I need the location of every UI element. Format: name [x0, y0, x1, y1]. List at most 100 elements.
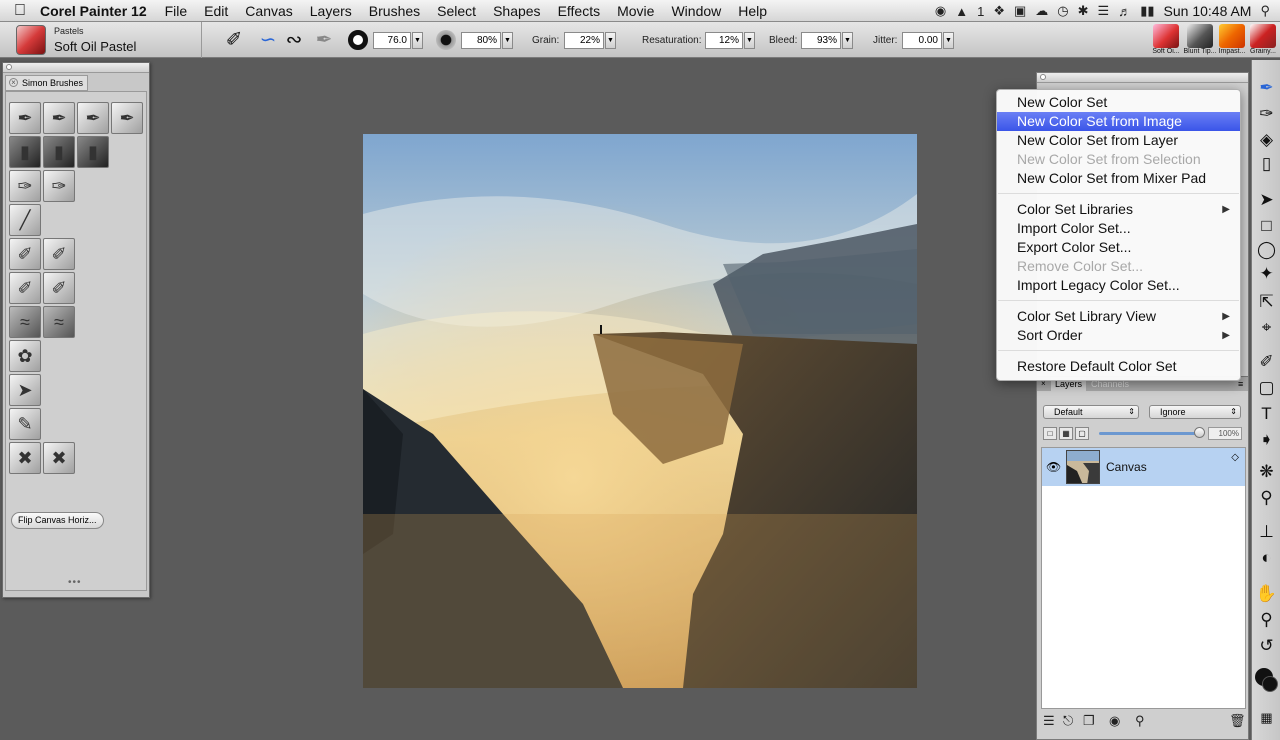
menu-effects[interactable]: Effects — [558, 3, 601, 19]
layer-adjuster-tool-icon[interactable]: ➤ — [1254, 188, 1279, 212]
opacity-slider[interactable] — [1099, 432, 1199, 435]
selection-adjuster-tool-icon[interactable]: ⇱ — [1254, 290, 1279, 314]
preserve-mode-select[interactable]: Ignore ⇕ — [1149, 405, 1241, 419]
bleed-field[interactable]: 93% — [801, 32, 841, 49]
brush-preset-button[interactable]: ✿ — [9, 340, 41, 372]
rectangular-selection-tool-icon[interactable]: □ — [1254, 214, 1279, 238]
grain-dropdown-icon[interactable]: ▼ — [605, 32, 616, 49]
rectangle-shape-tool-icon[interactable]: ▢ — [1254, 376, 1279, 400]
brush-preset-button[interactable]: ✒ — [43, 102, 75, 134]
tab-simon-brushes[interactable]: × Simon Brushes — [5, 75, 89, 91]
grabber-tool-icon[interactable]: ✋ — [1254, 582, 1279, 606]
lock-layer-icon[interactable]: ⚲ — [1135, 713, 1145, 729]
delete-layer-icon[interactable]: 🗑 — [1229, 713, 1246, 729]
menu-layers[interactable]: Layers — [310, 3, 352, 19]
brush-preset-button[interactable]: ➤ — [9, 374, 41, 406]
wifi-icon[interactable]: ☰ — [1098, 3, 1110, 19]
battery-icon[interactable]: ▮▮ — [1140, 3, 1154, 19]
pick-up-color-icon[interactable]: ▦ — [1059, 427, 1073, 440]
flip-canvas-horizontal-button[interactable]: Flip Canvas Horiz... — [11, 512, 104, 529]
evernote-icon[interactable]: ◉ — [935, 3, 946, 19]
brush-preset-button[interactable]: ▮ — [9, 136, 41, 168]
brush-preset-button[interactable]: ≈ — [43, 306, 75, 338]
box-icon[interactable]: ▣ — [1014, 3, 1026, 19]
opacity-dropdown-icon[interactable]: ▼ — [502, 32, 513, 49]
color-panel-titlebar[interactable] — [1037, 73, 1248, 83]
menu-item-new-color-set-from-mixer-pad[interactable]: New Color Set from Mixer Pad — [997, 169, 1240, 188]
dropbox-icon[interactable]: ❖ — [993, 3, 1005, 19]
dropper-tool-icon[interactable]: ✑ — [1254, 102, 1279, 126]
dynamic-plugins-icon[interactable]: ⎋ — [1063, 713, 1073, 729]
jitter-field[interactable]: 0.00 — [902, 32, 942, 49]
menu-item-color-set-library-view[interactable]: Color Set Library View ▶ — [997, 307, 1240, 326]
palette-close-icon[interactable] — [6, 64, 12, 70]
brush-preset-button[interactable]: ▮ — [43, 136, 75, 168]
paint-bucket-tool-icon[interactable]: ◈ — [1254, 128, 1279, 152]
menu-item-new-color-set-from-layer[interactable]: New Color Set from Layer — [997, 131, 1240, 150]
menu-item-import-legacy-color-set[interactable]: Import Legacy Color Set... — [997, 276, 1240, 295]
brush-preset-button[interactable]: ╱ — [9, 204, 41, 236]
grain-field[interactable]: 22% — [564, 32, 604, 49]
menu-item-new-color-set-from-selection[interactable]: New Color Set from Selection — [997, 150, 1240, 169]
crop-tool-icon[interactable]: ⌖ — [1254, 316, 1279, 340]
close-tab-icon[interactable]: × — [9, 78, 18, 87]
spotlight-search-icon[interactable]: ⚲ — [1260, 3, 1270, 19]
opacity-slider-knob[interactable] — [1194, 427, 1205, 438]
brush-preset-button[interactable]: ▮ — [77, 136, 109, 168]
apple-menu-icon[interactable]:  — [0, 2, 40, 20]
opacity-field[interactable]: 80% — [461, 32, 501, 49]
create-layer-mask-icon[interactable]: ◉ — [1109, 713, 1120, 729]
menu-help[interactable]: Help — [738, 3, 767, 19]
menu-item-remove-color-set[interactable]: Remove Color Set... — [997, 257, 1240, 276]
composite-method-select[interactable]: Default ⇕ — [1043, 405, 1139, 419]
magic-wand-tool-icon[interactable]: ✦ — [1254, 262, 1279, 286]
layer-commands-icon[interactable]: ☰ — [1043, 713, 1055, 729]
app-menu[interactable]: Corel Painter 12 — [40, 3, 147, 19]
status-count[interactable]: 1 — [977, 4, 984, 19]
size-dropdown-icon[interactable]: ▼ — [412, 32, 423, 49]
reset-brush-icon[interactable]: ✐ — [222, 28, 246, 52]
paper-selector-icon[interactable]: ▦ — [1254, 706, 1279, 730]
brush-selector[interactable]: Pastels Soft Oil Pastel — [12, 22, 202, 58]
cloud-icon[interactable]: ☁ — [1035, 3, 1048, 19]
brush-ghost-icon[interactable]: ✒ — [312, 28, 336, 52]
menu-item-new-color-set-from-image[interactable]: New Color Set from Image — [997, 112, 1240, 131]
eraser-tool-icon[interactable]: ▯ — [1254, 152, 1279, 176]
preserve-icon[interactable]: ▢ — [1075, 427, 1089, 440]
brush-preset-button[interactable]: ✖ — [9, 442, 41, 474]
menu-item-export-color-set[interactable]: Export Color Set... — [997, 238, 1240, 257]
menu-item-import-color-set[interactable]: Import Color Set... — [997, 219, 1240, 238]
brush-preset-button[interactable]: ✒ — [9, 102, 41, 134]
recent-brush-3[interactable]: Impast... — [1214, 22, 1250, 58]
color-panel-close-icon[interactable] — [1040, 74, 1046, 80]
palette-titlebar[interactable] — [3, 63, 149, 73]
bleed-dropdown-icon[interactable]: ▼ — [842, 32, 853, 49]
jitter-dropdown-icon[interactable]: ▼ — [943, 32, 954, 49]
brush-tool-icon[interactable]: ✒ — [1254, 76, 1279, 100]
resaturation-field[interactable]: 12% — [705, 32, 743, 49]
size-field[interactable]: 76.0 — [373, 32, 411, 49]
oval-selection-tool-icon[interactable]: ◯ — [1254, 238, 1279, 262]
palette-resize-grip-icon[interactable]: ••• — [68, 577, 82, 588]
brush-preset-button[interactable]: ✎ — [9, 408, 41, 440]
perspective-guides-tool-icon[interactable]: ⊥ — [1254, 520, 1279, 544]
menu-shapes[interactable]: Shapes — [493, 3, 540, 19]
layer-opacity-field[interactable]: 100% — [1208, 427, 1242, 440]
clock[interactable]: Sun 10:48 AM — [1164, 3, 1252, 19]
menu-item-sort-order[interactable]: Sort Order ▶ — [997, 326, 1240, 345]
brush-preset-button[interactable]: ✑ — [43, 170, 75, 202]
time-machine-icon[interactable]: ◷ — [1057, 3, 1068, 19]
lock-transparency-icon[interactable]: □ — [1043, 427, 1057, 440]
magnifier-tool-icon[interactable]: ⚲ — [1254, 608, 1279, 632]
menu-select[interactable]: Select — [437, 3, 476, 19]
recent-brush-1[interactable]: Soft Oi... — [1148, 22, 1184, 58]
brush-preset-button[interactable]: ✐ — [9, 238, 41, 270]
resaturation-dropdown-icon[interactable]: ▼ — [744, 32, 755, 49]
menu-canvas[interactable]: Canvas — [245, 3, 292, 19]
brush-preset-button[interactable]: ✐ — [43, 272, 75, 304]
pen-tool-icon[interactable]: ✐ — [1254, 350, 1279, 374]
brush-preset-button[interactable]: ≈ — [9, 306, 41, 338]
brush-preset-button[interactable]: ✖ — [43, 442, 75, 474]
menu-brushes[interactable]: Brushes — [369, 3, 420, 19]
adobe-icon[interactable]: ▲ — [955, 4, 968, 19]
